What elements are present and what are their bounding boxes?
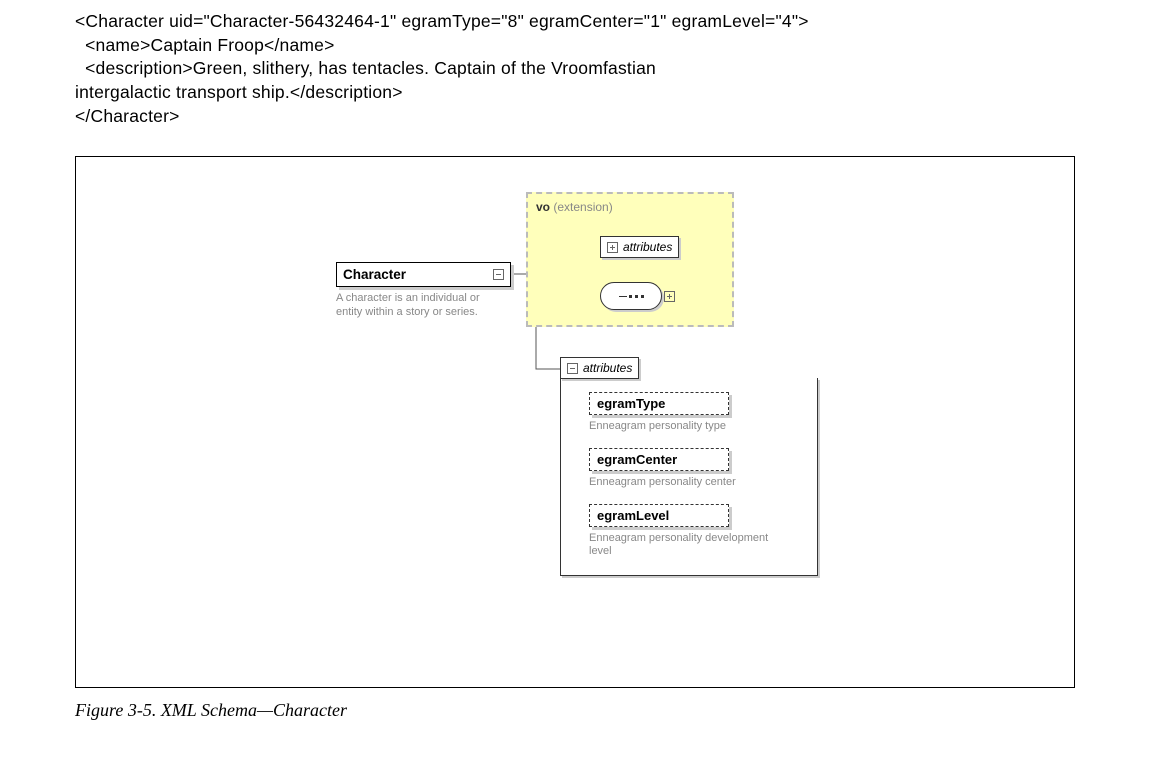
code-line-2: <name>Captain Froop</name> [75,35,335,55]
collapse-toggle-icon[interactable] [493,269,504,280]
sequence-line-icon [619,296,627,297]
code-line-4: </Character> [75,106,180,126]
vo-extension-box: vo (extension) attributes [526,192,734,327]
character-description: A character is an individual or entity w… [336,292,506,320]
attribute-description: Enneagram personality development level [589,532,769,560]
code-line-3a: <description>Green, slithery, has tentac… [75,58,656,78]
attributes-header: attributes [560,357,639,379]
code-listing: <Character uid="Character-56432464-1" eg… [75,10,1079,128]
attribute-description: Enneagram personality type [589,420,769,434]
attribute-name: egramLevel [589,504,729,527]
attributes-header-label: attributes [583,361,632,375]
vo-attributes-label: attributes [623,240,672,254]
attribute-item: egramLevel Enneagram personality develop… [589,504,801,560]
vo-attributes-box: attributes [600,236,679,258]
attribute-name: egramCenter [589,448,729,471]
schema-diagram: Character A character is an individual o… [76,157,1074,687]
attribute-description: Enneagram personality center [589,476,769,490]
expand-toggle-icon[interactable] [607,242,618,253]
sequence-connector [600,282,662,310]
character-box: Character [336,262,511,287]
vo-title: vo (extension) [536,200,724,214]
sequence-dots-icon [629,295,644,298]
code-line-1: <Character uid="Character-56432464-1" eg… [75,11,809,31]
attribute-item: egramCenter Enneagram personality center [589,448,801,490]
collapse-toggle-icon[interactable] [567,363,578,374]
figure-caption: Figure 3-5. XML Schema—Character [75,700,1079,721]
attribute-name: egramType [589,392,729,415]
vo-suffix: (extension) [553,200,612,214]
page: <Character uid="Character-56432464-1" eg… [0,0,1154,741]
attributes-panel: attributes egramType Enneagram personali… [560,357,818,576]
character-node: Character A character is an individual o… [336,262,511,320]
expand-toggle-icon[interactable] [664,291,675,302]
figure-frame: Character A character is an individual o… [75,156,1075,688]
vo-prefix: vo [536,200,550,214]
code-line-3b: intergalactic transport ship.</descripti… [75,82,403,102]
character-label: Character [343,267,406,282]
attributes-body: egramType Enneagram personality type egr… [560,378,818,576]
attribute-item: egramType Enneagram personality type [589,392,801,434]
